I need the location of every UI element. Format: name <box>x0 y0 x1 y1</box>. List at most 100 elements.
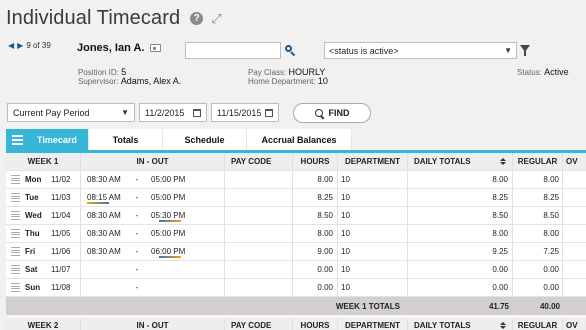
overtime-header: OV <box>566 157 578 166</box>
pay-code-cell[interactable] <box>225 189 293 206</box>
hours-cell[interactable]: 8.00 <box>293 225 338 242</box>
start-date-input[interactable]: 11/2/2015 <box>139 103 207 122</box>
drag-handle[interactable] <box>6 207 25 224</box>
hours-cell[interactable]: 8.25 <box>293 189 338 206</box>
hours-cell[interactable]: 8.00 <box>293 171 338 188</box>
week1-header-row: WEEK 1 IN - OUT PAY CODE HOURS DEPARTMEN… <box>6 153 586 171</box>
pay-period-select[interactable]: Current Pay Period ▼ <box>7 103 135 122</box>
in-out-header: IN - OUT <box>81 153 225 170</box>
tab-timecard[interactable]: Timecard <box>6 129 89 150</box>
drag-handle[interactable] <box>6 243 25 260</box>
overtime-header: OV <box>566 320 578 330</box>
daily-total-cell: 9.25 <box>408 243 513 260</box>
page-header: Individual Timecard ? ⤢ <box>6 6 222 30</box>
menu-icon[interactable] <box>12 134 23 145</box>
status-label: Status: <box>517 68 542 77</box>
employee-search-input[interactable] <box>185 42 281 59</box>
week1-header: WEEK 1 <box>6 153 81 170</box>
daily-total-cell: 8.00 <box>408 225 513 242</box>
daily-totals-header[interactable]: DAILY TOTALS <box>408 318 513 330</box>
table-row: Sat 11/07-0.00 10 0.00 0.00 <box>6 261 586 279</box>
hours-cell[interactable]: 0.00 <box>293 261 338 278</box>
regular-cell: 8.50 <box>513 207 563 224</box>
tab-totals[interactable]: Totals <box>89 129 163 150</box>
punch-marker <box>159 220 181 222</box>
employee-name: Jones, Ian A. <box>77 42 145 54</box>
regular-cell: 0.00 <box>513 261 563 278</box>
table-row: Fri 11/06 08:30 AM - 06:00 PM 9.00 10 9.25 7.25 <box>6 243 586 261</box>
pay-code-cell[interactable] <box>225 243 293 260</box>
regular-cell: 8.00 <box>513 225 563 242</box>
department-header: DEPARTMENT <box>338 318 408 330</box>
punch-out-cell[interactable]: 06:00 PM <box>141 243 225 260</box>
daily-total-cell: 8.25 <box>408 189 513 206</box>
end-date-input[interactable]: 11/15/2015 <box>211 103 279 122</box>
department-cell[interactable]: 10 <box>338 225 408 242</box>
department-cell[interactable]: 10 <box>338 279 408 296</box>
pay-code-cell[interactable] <box>225 171 293 188</box>
sort-icon[interactable] <box>500 321 506 329</box>
pay-code-cell[interactable] <box>225 261 293 278</box>
drag-handle[interactable] <box>6 171 25 188</box>
calendar-icon[interactable] <box>265 108 273 117</box>
department-cell[interactable]: 10 <box>338 171 408 188</box>
hours-cell[interactable]: 8.50 <box>293 207 338 224</box>
pay-code-cell[interactable] <box>225 207 293 224</box>
day-cell: Mon <box>25 175 42 184</box>
punch-out-cell[interactable]: 05:00 PM <box>141 171 225 188</box>
supervisor-label: Supervisor: <box>78 77 119 86</box>
week1-rows: Mon 11/02 08:30 AM -05:00 PM 8.00 10 8.00 8.00 T… <box>6 171 586 297</box>
tab-label: Timecard <box>37 134 77 145</box>
date-cell: 11/06 <box>51 243 81 260</box>
department-header: DEPARTMENT <box>338 153 408 170</box>
drag-handle[interactable] <box>6 279 25 296</box>
punch-out-cell[interactable]: 05:00 PM <box>141 189 225 206</box>
punch-in-cell[interactable]: 08:30 AM <box>81 225 133 242</box>
punch-separator: - <box>135 247 139 256</box>
hours-cell[interactable]: 0.00 <box>293 279 338 296</box>
tab-accrual-balances[interactable]: Accrual Balances <box>247 129 352 150</box>
punch-in-cell[interactable] <box>81 279 133 296</box>
filter-icon[interactable] <box>520 45 530 56</box>
expand-icon[interactable]: ⤢ <box>211 12 221 25</box>
drag-handle[interactable] <box>6 225 25 242</box>
employee-card-icon[interactable] <box>150 44 162 52</box>
department-cell[interactable]: 10 <box>338 189 408 206</box>
punch-in-cell[interactable]: 08:30 AM <box>81 207 133 224</box>
timecard-grid: WEEK 1 IN - OUT PAY CODE HOURS DEPARTMEN… <box>6 153 586 330</box>
punch-in-cell[interactable]: 08:30 AM <box>81 171 133 188</box>
pay-code-cell[interactable] <box>225 225 293 242</box>
drag-handle[interactable] <box>6 261 25 278</box>
punch-out-cell[interactable]: 05:30 PM <box>141 207 225 224</box>
punch-out-cell[interactable] <box>141 279 225 296</box>
punch-out-cell[interactable]: 05:00 PM <box>141 225 225 242</box>
punch-in-cell[interactable] <box>81 261 133 278</box>
day-cell: Wed <box>25 211 42 220</box>
tab-label: Totals <box>112 134 139 145</box>
help-icon[interactable]: ? <box>190 11 204 25</box>
date-cell: 11/05 <box>51 225 81 242</box>
previous-employee-icon[interactable]: ◀ <box>8 41 14 50</box>
department-cell[interactable]: 10 <box>338 207 408 224</box>
day-cell: Thu <box>25 229 40 238</box>
status-filter-select[interactable]: <status is active> ▼ <box>324 42 517 59</box>
punch-out-cell[interactable] <box>141 261 225 278</box>
drag-handle-icon <box>11 265 20 274</box>
home-department-label: Home Department: <box>248 77 316 86</box>
punch-in-cell[interactable]: 08:30 AM <box>81 243 133 260</box>
overtime-cell <box>563 243 586 260</box>
next-employee-icon[interactable]: ▶ <box>17 41 23 50</box>
department-cell[interactable]: 10 <box>338 261 408 278</box>
department-cell[interactable]: 10 <box>338 243 408 260</box>
pay-code-cell[interactable] <box>225 279 293 296</box>
calendar-icon[interactable] <box>193 108 201 117</box>
tab-schedule[interactable]: Schedule <box>163 129 247 150</box>
week1-daily-total: 41.75 <box>488 301 509 311</box>
find-button[interactable]: FIND <box>293 103 371 123</box>
daily-totals-header[interactable]: DAILY TOTALS <box>408 153 513 170</box>
sort-icon[interactable] <box>500 158 506 165</box>
punch-in-cell[interactable]: 08:15 AM <box>81 189 133 206</box>
hours-cell[interactable]: 9.00 <box>293 243 338 260</box>
drag-handle[interactable] <box>6 189 25 206</box>
search-icon[interactable] <box>284 44 296 57</box>
